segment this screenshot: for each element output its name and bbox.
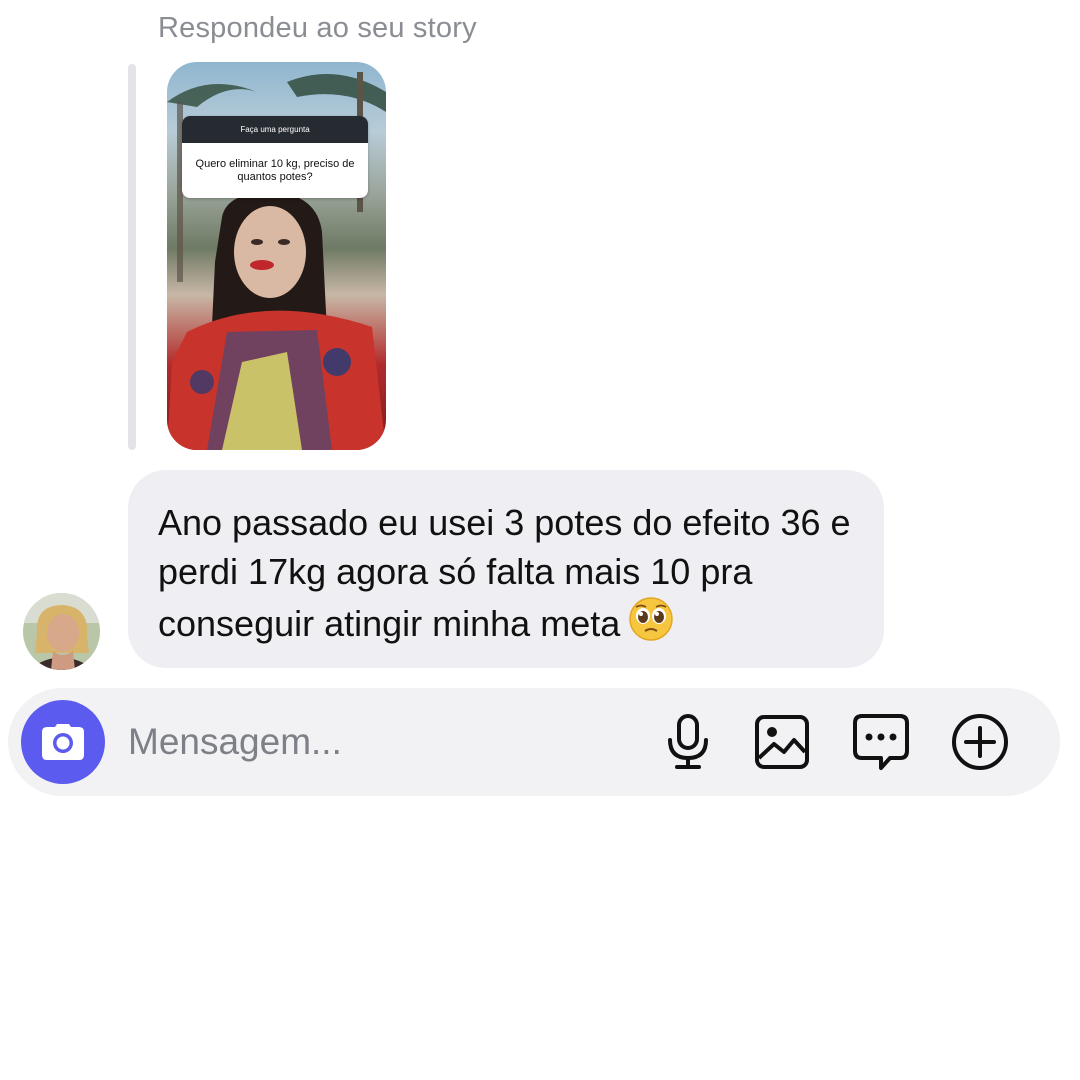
message-text-wrap: Ano passado eu usei 3 potes do efeito 36…	[158, 498, 868, 654]
plus-circle-icon	[952, 714, 1008, 770]
reply-quote-bar	[128, 64, 136, 450]
avatar[interactable]	[23, 593, 100, 670]
question-sticker: Faça uma pergunta Quero eliminar 10 kg, …	[182, 116, 368, 198]
microphone-button[interactable]	[658, 712, 718, 772]
message-text: Ano passado eu usei 3 potes do efeito 36…	[158, 502, 851, 644]
message-composer	[8, 688, 1060, 796]
sticker-chat-button[interactable]	[851, 712, 911, 772]
sticker-chat-icon	[853, 714, 909, 770]
camera-icon	[42, 724, 84, 760]
gallery-icon	[755, 715, 809, 769]
gallery-button[interactable]	[752, 712, 812, 772]
camera-button[interactable]	[21, 700, 105, 784]
question-sticker-header: Faça uma pergunta	[182, 116, 368, 143]
reply-label: Respondeu ao seu story	[158, 12, 477, 44]
microphone-icon	[668, 714, 708, 769]
plus-button[interactable]	[950, 712, 1010, 772]
message-input[interactable]	[128, 718, 628, 766]
question-sticker-text: Quero eliminar 10 kg, preciso de quantos…	[195, 157, 355, 183]
avatar-photo	[23, 593, 100, 670]
story-preview[interactable]: Faça uma pergunta Quero eliminar 10 kg, …	[167, 62, 386, 450]
pleading-face-emoji	[628, 596, 674, 654]
message-bubble[interactable]: Ano passado eu usei 3 potes do efeito 36…	[128, 470, 884, 668]
